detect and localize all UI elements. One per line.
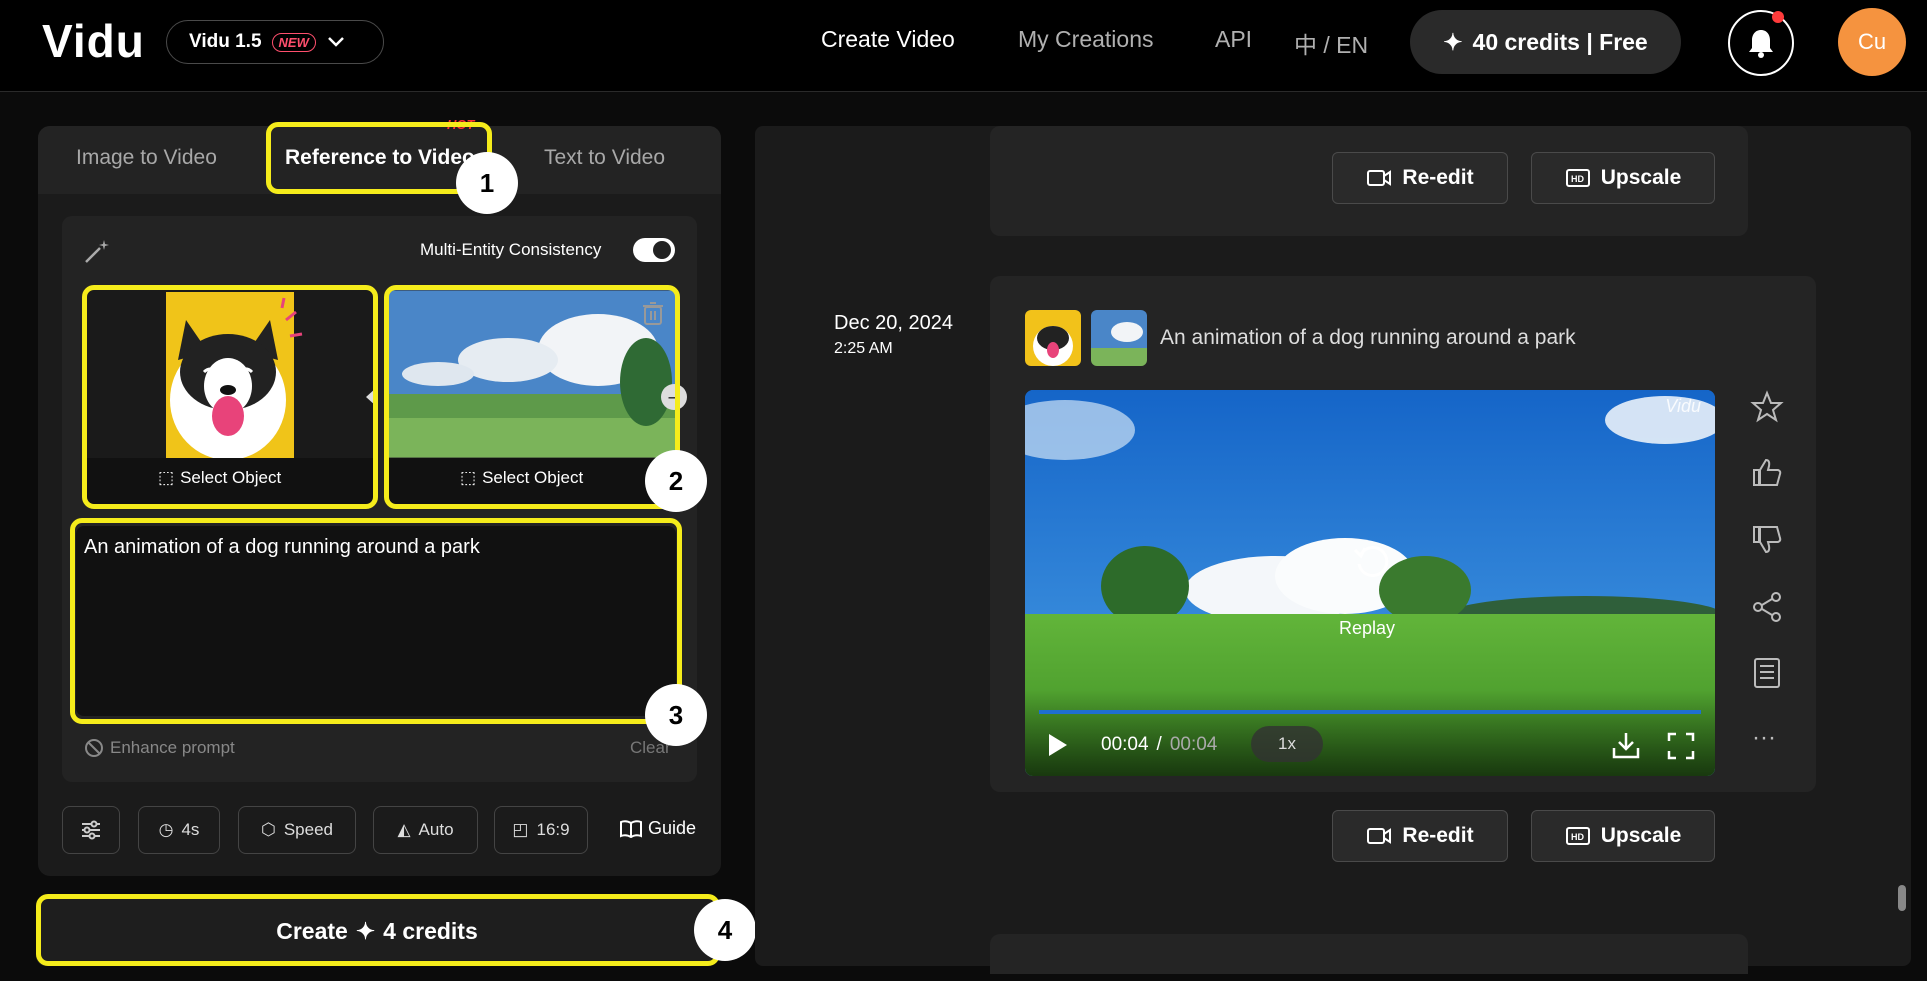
settings-button[interactable] [62,806,120,854]
current-time: 00:04 [1101,734,1149,755]
tab-text-to-video[interactable]: Text to Video [544,146,665,170]
nav-api[interactable]: API [1215,26,1252,53]
scrollbar-thumb[interactable] [1898,885,1906,911]
toggle-knob [653,241,671,259]
annotation-number-3: 3 [645,684,707,746]
avatar[interactable]: Cu [1838,8,1906,76]
movement-button[interactable]: ◭ Auto [373,806,478,854]
duration-button[interactable]: ◷ 4s [138,806,220,854]
playback-speed-button[interactable]: 1x [1251,726,1323,762]
movement-label: Auto [418,820,454,839]
highlight-box-4 [36,894,720,966]
model-selector[interactable]: Vidu 1.5 NEW [166,20,384,64]
duration-label: 4s [181,820,200,839]
notification-dot [1772,11,1784,23]
svg-text:HD: HD [1571,174,1584,184]
credits-button[interactable]: ✦ 40 credits | Free [1410,10,1681,74]
speed-button[interactable]: ⬡ Speed [238,806,356,854]
clock-icon: ◷ [158,820,174,839]
creation-date: Dec 20, 2024 [834,312,953,334]
new-badge: NEW [271,32,316,52]
chevron-down-icon [327,37,344,47]
time-separator: / [1156,734,1162,755]
annotation-number-4: 4 [694,899,756,961]
total-time: 00:04 [1169,734,1218,755]
reference-thumbnail-2 [1091,310,1147,366]
speed-label: Speed [283,820,333,839]
more-options-icon[interactable]: ··· [1752,724,1776,752]
enhance-label: Enhance prompt [110,738,235,757]
bell-icon [1749,30,1773,58]
thumbs-down-icon[interactable] [1750,522,1784,556]
notification-button[interactable] [1728,10,1794,76]
video-edit-icon [1367,170,1392,186]
creation-time: 2:25 AM [834,340,893,357]
annotation-number-1: 1 [456,152,518,214]
hd-icon: HD [1565,169,1590,187]
video-edit-icon [1367,828,1392,844]
aspect-label: 16:9 [536,820,570,839]
reedit-label: Re-edit [1402,824,1474,847]
cube-icon: ⬡ [260,820,276,839]
replay-icon[interactable] [1351,540,1391,580]
upscale-button-top[interactable]: HD Upscale [1531,152,1715,204]
book-icon [620,819,642,838]
thumbs-up-icon[interactable] [1750,456,1784,490]
reedit-button[interactable]: Re-edit [1332,810,1508,862]
aspect-ratio-button[interactable]: ◰ 16:9 [494,806,588,854]
nav-my-creations[interactable]: My Creations [1018,26,1153,53]
hd-icon: HD [1565,827,1590,845]
enhance-prompt-toggle[interactable]: Enhance prompt [84,738,235,758]
sliders-icon [82,820,100,840]
annotation-number-2: 2 [645,450,707,512]
aspect-icon: ◰ [512,820,529,839]
language-switch[interactable]: 中 / EN [1294,26,1368,60]
video-time: 00:04 / 00:04 [1101,734,1217,756]
video-frame [1025,390,1715,776]
sparkle-icon: ✦ [1443,28,1463,55]
upscale-button[interactable]: HD Upscale [1531,810,1715,862]
creation-prompt: An animation of a dog running around a p… [1160,326,1576,349]
svg-text:HD: HD [1571,832,1584,842]
disabled-icon [85,739,103,757]
highlight-box-2a [82,285,378,509]
tab-image-to-video[interactable]: Image to Video [76,146,217,170]
download-icon[interactable] [1611,730,1641,760]
next-creation-card [990,934,1748,974]
credits-label: 40 credits | Free [1472,28,1648,55]
movement-icon: ◭ [397,820,411,839]
multi-entity-label: Multi-Entity Consistency [420,240,602,259]
details-icon[interactable] [1750,656,1784,690]
video-player[interactable]: Vidu Replay 00:04 / 00:04 1x [1025,390,1715,776]
highlight-box-2b [384,285,680,509]
fullscreen-icon[interactable] [1667,732,1695,760]
play-icon[interactable] [1047,732,1069,758]
nav-create-video[interactable]: Create Video [821,26,955,53]
reedit-label: Re-edit [1402,166,1474,189]
model-name: Vidu 1.5 [189,31,262,52]
share-icon[interactable] [1750,590,1784,624]
replay-label[interactable]: Replay [1339,618,1395,639]
reference-thumbnail-1 [1025,310,1081,366]
guide-label: Guide [648,818,697,838]
upscale-label: Upscale [1600,166,1682,189]
star-icon[interactable] [1750,390,1784,424]
upscale-label: Upscale [1600,824,1682,847]
guide-link[interactable]: Guide [620,818,696,839]
vidu-logo[interactable]: Vidu [42,14,145,68]
magic-wand-icon[interactable] [82,236,112,266]
video-watermark: Vidu [1665,396,1701,416]
reedit-button-top[interactable]: Re-edit [1332,152,1508,204]
highlight-box-3 [70,518,682,724]
